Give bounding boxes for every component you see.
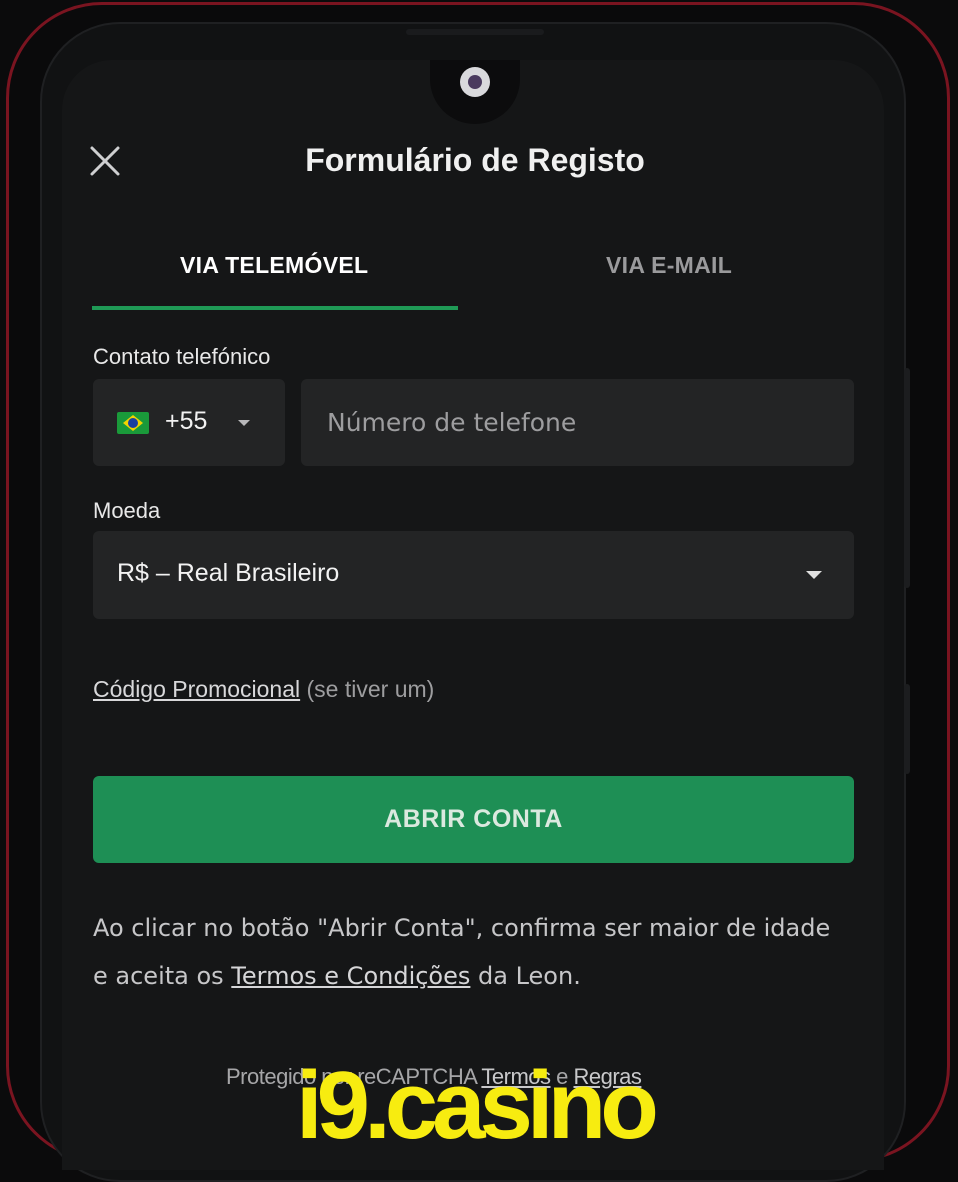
page-title: Formulário de Registo (305, 142, 645, 178)
country-code-select[interactable]: +55 (93, 379, 285, 466)
open-account-button[interactable]: ABRIR CONTA (93, 776, 854, 863)
phone-speaker (406, 29, 544, 35)
phone-number-input[interactable] (301, 379, 854, 466)
phone-side-button (904, 684, 910, 774)
tab-via-email[interactable]: VIA E-MAIL (606, 252, 732, 279)
promo-code-hint: (se tiver um) (300, 676, 435, 702)
active-tab-indicator (92, 306, 458, 310)
currency-label: Moeda (93, 498, 161, 523)
brazil-flag-icon (117, 412, 149, 434)
country-code-value: +55 (165, 407, 208, 435)
phone-label: Contato telefónico (93, 344, 271, 369)
chevron-down-icon (806, 571, 822, 579)
terms-conditions-link[interactable]: Termos e Condições (231, 962, 470, 990)
currency-selected-value: R$ – Real Brasileiro (117, 559, 340, 587)
terms-text: Ao clicar no botão "Abrir Conta", confir… (93, 904, 833, 1000)
promo-code-row: Código Promocional (se tiver um) (93, 676, 434, 703)
i9-casino-watermark: i9.casino (296, 1052, 659, 1159)
tab-via-telemovel[interactable]: VIA TELEMÓVEL (180, 252, 368, 279)
front-camera (460, 67, 490, 97)
close-icon[interactable] (88, 144, 122, 178)
promo-code-link[interactable]: Código Promocional (93, 676, 300, 702)
chevron-down-icon (238, 420, 250, 426)
terms-text-after: da Leon. (470, 962, 581, 990)
currency-select[interactable]: R$ – Real Brasileiro (93, 531, 854, 619)
phone-side-button (904, 368, 910, 588)
